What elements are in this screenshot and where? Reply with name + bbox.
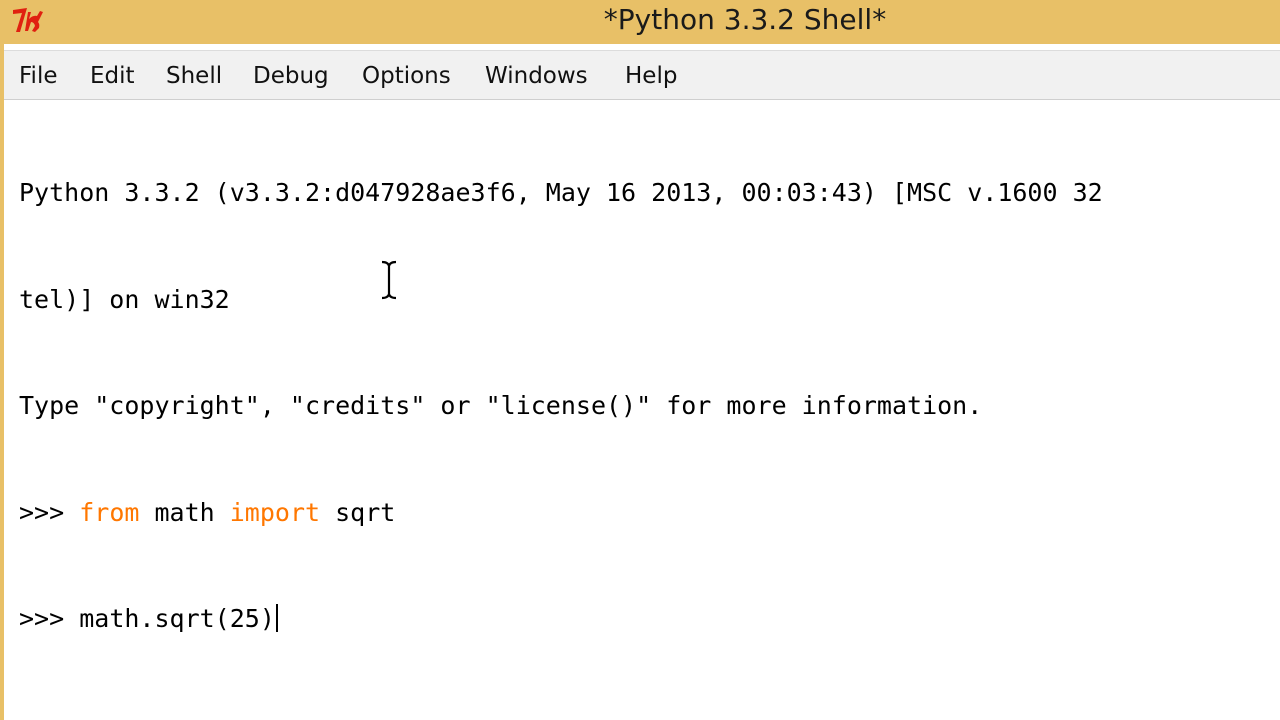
shell-text-area[interactable]: Python 3.3.2 (v3.3.2:d047928ae3f6, May 1… [4,100,1280,720]
tk-feather-icon [13,8,43,32]
shell-prompt: >>> [19,604,80,633]
menu-edit[interactable]: Edit [90,51,135,101]
text-caret [275,604,278,632]
menu-file[interactable]: File [19,51,58,101]
input-line-1: >>> from math import sqrt [19,495,1103,531]
shell-prompt: >>> [19,497,80,527]
window-title: *Python 3.3.2 Shell* [603,3,887,36]
menu-options[interactable]: Options [362,51,451,101]
input-line-2[interactable]: >>> math.sqrt(25) [19,601,1103,637]
text-ibeam-cursor [381,260,397,300]
menu-shell[interactable]: Shell [166,51,222,101]
menu-debug[interactable]: Debug [253,51,329,101]
menu-windows[interactable]: Windows [485,51,588,101]
banner-platform-line: tel)] on win32 [19,284,230,314]
menu-bar: File Edit Shell Debug Options Windows He… [4,50,1280,100]
idle-shell-window: *Python 3.3.2 Shell* File Edit Shell Deb… [0,0,1280,720]
title-bar[interactable]: *Python 3.3.2 Shell* [0,0,1280,44]
current-input[interactable]: math.sqrt(25) [79,604,275,633]
keyword-from: from [79,497,140,527]
import-name: sqrt [320,497,396,527]
shell-output: Python 3.3.2 (v3.3.2:d047928ae3f6, May 1… [19,104,1103,708]
banner-info-line: Type "copyright", "credits" or "license(… [19,391,983,420]
menu-help[interactable]: Help [625,51,677,101]
module-name: math [139,497,230,527]
keyword-import: import [229,497,321,527]
banner-version-line: Python 3.3.2 (v3.3.2:d047928ae3f6, May 1… [19,178,1103,207]
